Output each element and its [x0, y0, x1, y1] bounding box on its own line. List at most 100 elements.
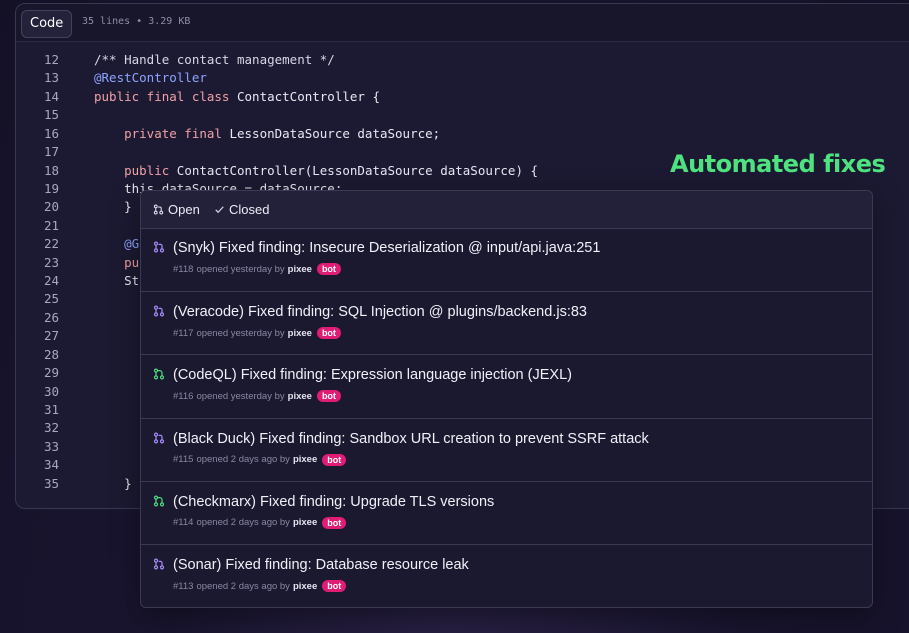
pr-title[interactable]: (Veracode) Fixed finding: SQL Injection … — [173, 304, 587, 320]
code-line: 22 @Ge — [16, 236, 147, 254]
bot-badge: bot — [322, 580, 347, 592]
pr-list-item[interactable]: (Sonar) Fixed finding: Database resource… — [141, 544, 872, 607]
pr-title[interactable]: (CodeQL) Fixed finding: Expression langu… — [173, 367, 572, 383]
pr-number: #117 — [173, 327, 194, 339]
code-line: 16 private final LessonDataSource dataSo… — [16, 125, 440, 144]
pr-list-item[interactable]: (Veracode) Fixed finding: SQL Injection … — [141, 291, 872, 354]
pr-author[interactable]: pixee — [293, 581, 317, 592]
code-line: 18 public ContactController(LessonDataSo… — [16, 162, 538, 181]
headline: Automated fixes — [670, 150, 886, 178]
pr-opened: opened yesterday by — [196, 390, 285, 402]
pr-meta: #118 opened yesterday by pixee bot — [173, 263, 341, 275]
pr-title[interactable]: (Snyk) Fixed finding: Insecure Deseriali… — [173, 240, 600, 256]
line-number: 13 — [43, 70, 59, 86]
pr-author[interactable]: pixee — [293, 517, 317, 528]
code-line: 31 — [16, 402, 59, 420]
code-line: 15 — [16, 107, 59, 125]
code-token: @RestController — [94, 70, 207, 86]
line-number: 35 — [43, 475, 59, 491]
code-line: 14 public final class ContactController { — [16, 88, 380, 107]
line-source: /** Handle contact management */ — [94, 52, 335, 67]
code-line: 32 — [16, 420, 59, 438]
pr-opened: opened yesterday by — [196, 327, 285, 339]
bot-badge: bot — [322, 516, 347, 529]
code-line: 24 Str — [16, 273, 147, 291]
pr-opened: opened 2 days ago by — [196, 580, 290, 592]
code-token: ContactController { — [237, 88, 380, 104]
code-token: @Ge — [94, 236, 147, 252]
line-number: 34 — [43, 457, 59, 473]
pr-title[interactable]: (Checkmarx) Fixed finding: Upgrade TLS v… — [173, 494, 494, 510]
bot-badge: bot — [316, 263, 341, 275]
code-line: 23 publ — [16, 254, 154, 273]
line-number: 19 — [43, 180, 59, 196]
line-source: L — [94, 384, 147, 399]
line-number: 12 — [43, 52, 59, 67]
tab-code[interactable]: Code — [21, 10, 73, 38]
git-pull-request-icon — [153, 204, 164, 215]
line-number: 32 — [43, 420, 59, 436]
line-number: 23 — [43, 254, 59, 270]
line-number: 16 — [43, 125, 59, 141]
line-number: 14 — [43, 88, 59, 104]
line-number: 30 — [43, 383, 59, 399]
pull-request-list: Open Closed (Snyk) Fixed finding: Insecu… — [140, 190, 873, 608]
filter-closed-label: Closed — [229, 202, 270, 217]
pr-meta: #116 opened yesterday by pixee bot — [173, 390, 341, 403]
pr-opened: opened yesterday by — [196, 263, 285, 275]
line-source: S — [94, 328, 147, 343]
pr-list-item[interactable]: (CodeQL) Fixed finding: Expression langu… — [141, 354, 872, 417]
pr-list-item[interactable]: (Checkmarx) Fixed finding: Upgrade TLS v… — [141, 480, 872, 544]
pr-number: #115 — [173, 454, 194, 466]
filter-open-label: Open — [168, 202, 200, 217]
code-line: 25 — [16, 291, 59, 309]
pr-opened: opened 2 days ago by — [196, 517, 290, 529]
git-pull-request-icon — [153, 240, 165, 258]
code-line: 13 @RestController — [16, 70, 207, 88]
git-merge-icon — [153, 367, 165, 385]
code-line: 34 — [16, 457, 59, 475]
code-token: Str — [94, 273, 147, 289]
line-number: 26 — [43, 309, 59, 325]
line-number: 25 — [43, 291, 59, 307]
code-token: public final class — [94, 88, 237, 104]
line-source: @Ge — [94, 236, 147, 251]
code-token: L — [94, 383, 147, 399]
pr-author[interactable]: pixee — [288, 264, 312, 275]
git-merge-icon — [153, 494, 165, 512]
pr-meta: #117 opened yesterday by pixee bot — [173, 327, 341, 340]
pr-title[interactable]: (Black Duck) Fixed finding: Sandbox URL … — [173, 431, 649, 447]
code-header: Code 35 lines • 3.29 KB — [16, 4, 909, 42]
code-line: 19 this.dataSource = dataSource; — [16, 180, 342, 199]
git-pull-request-icon — [153, 557, 165, 575]
bot-badge: bot — [322, 453, 347, 466]
line-number: 17 — [43, 144, 59, 160]
code-token: c — [94, 365, 147, 381]
pr-list-item[interactable]: (Snyk) Fixed finding: Insecure Deseriali… — [141, 228, 872, 290]
pr-title[interactable]: (Sonar) Fixed finding: Database resource… — [173, 557, 469, 573]
code-line: 29 c — [16, 365, 147, 383]
git-pull-request-icon — [153, 431, 165, 449]
code-token: } — [94, 199, 132, 215]
filter-open[interactable]: Open — [153, 202, 200, 217]
pr-list-item[interactable]: (Black Duck) Fixed finding: Sandbox URL … — [141, 417, 872, 481]
filter-closed[interactable]: Closed — [214, 202, 269, 217]
code-token: public — [94, 162, 177, 178]
pr-author[interactable]: pixee — [288, 328, 312, 339]
pr-meta: #115 opened 2 days ago by pixee bot — [173, 453, 347, 466]
pr-author[interactable]: pixee — [288, 391, 312, 402]
code-line: 17 — [16, 144, 59, 162]
line-source: @RestController — [94, 70, 207, 85]
code-token: ContactController(LessonDataSource dataS… — [176, 162, 539, 178]
pr-meta: #114 opened 2 days ago by pixee bot — [173, 516, 347, 529]
pr-list-header: Open Closed — [141, 191, 872, 229]
line-number: 18 — [43, 162, 59, 178]
bot-badge: bot — [316, 390, 341, 403]
code-token: S — [94, 328, 147, 344]
code-token: } — [94, 475, 132, 491]
line-source: ( — [94, 310, 147, 325]
pr-number: #114 — [173, 517, 194, 529]
line-source: c — [94, 365, 147, 380]
pr-author[interactable]: pixee — [293, 454, 317, 465]
line-source: private final LessonDataSource dataSourc… — [94, 126, 440, 141]
